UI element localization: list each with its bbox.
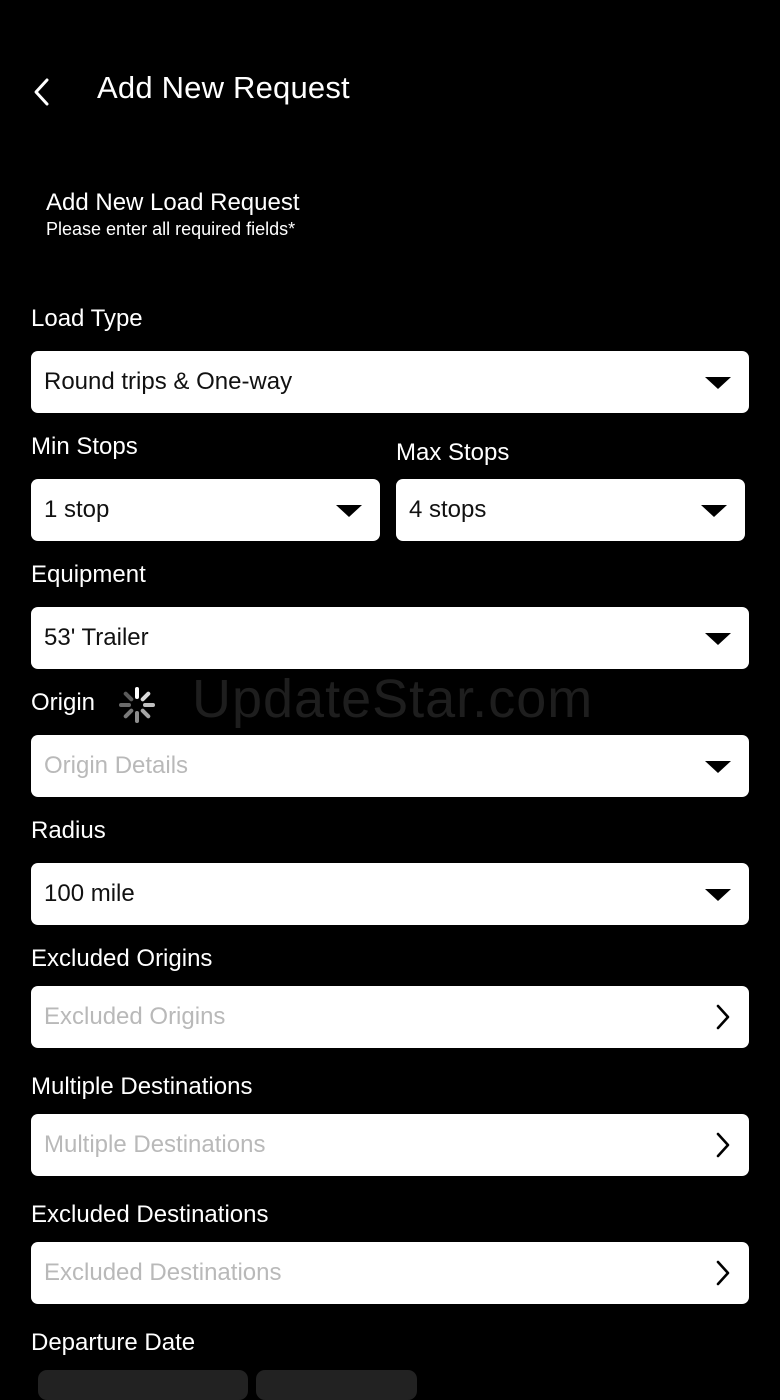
chevron-left-icon [34,78,49,106]
dropdown-caret-icon [701,505,727,517]
excluded-destinations-field[interactable]: Excluded Destinations [31,1242,749,1304]
form-subtitle: Please enter all required fields* [46,219,296,239]
min-stops-select[interactable]: 1 stop [31,479,380,541]
origin-label: Origin [31,689,96,716]
radius-value: 100 mile [44,880,135,907]
min-stops-label: Min Stops [31,433,138,460]
form-title: Add New Load Request [46,189,300,216]
app-header: Add New Request [0,60,780,124]
dropdown-caret-icon [705,377,731,389]
chevron-right-icon [716,1004,730,1030]
dropdown-caret-icon [705,761,731,773]
dropdown-caret-icon [705,889,731,901]
watermark: UpdateStar.com [192,669,594,729]
multiple-destinations-field[interactable]: Multiple Destinations [31,1114,749,1176]
equipment-select[interactable]: 53' Trailer [31,607,749,669]
dropdown-caret-icon [705,633,731,645]
excluded-origins-label: Excluded Origins [31,945,213,972]
min-stops-value: 1 stop [44,496,110,523]
back-button[interactable] [24,72,60,112]
max-stops-label: Max Stops [396,439,510,466]
excluded-destinations-label: Excluded Destinations [31,1201,269,1228]
form-intro: Add New Load Request Please enter all re… [46,188,300,240]
equipment-label: Equipment [31,561,146,588]
radius-select[interactable]: 100 mile [31,863,749,925]
spinner-icon [119,687,155,723]
multiple-destinations-label: Multiple Destinations [31,1073,253,1100]
max-stops-value: 4 stops [409,496,487,523]
equipment-value: 53' Trailer [44,624,149,651]
max-stops-select[interactable]: 4 stops [396,479,745,541]
page-title: Add New Request [97,70,350,105]
excluded-origins-field[interactable]: Excluded Origins [31,986,749,1048]
departure-date-time-field[interactable] [256,1370,417,1400]
load-type-value: Round trips & One-way [44,368,293,395]
excluded-origins-placeholder: Excluded Origins [44,1003,226,1030]
departure-date-label: Departure Date [31,1329,196,1356]
excluded-destinations-placeholder: Excluded Destinations [44,1259,282,1286]
departure-date-start-field[interactable] [38,1370,248,1400]
load-type-label: Load Type [31,305,143,332]
load-type-select[interactable]: Round trips & One-way [31,351,749,413]
multiple-destinations-placeholder: Multiple Destinations [44,1131,266,1158]
radius-label: Radius [31,817,106,844]
origin-select[interactable]: Origin Details [31,735,749,797]
origin-placeholder: Origin Details [44,752,189,779]
chevron-right-icon [716,1260,730,1286]
dropdown-caret-icon [336,505,362,517]
chevron-right-icon [716,1132,730,1158]
